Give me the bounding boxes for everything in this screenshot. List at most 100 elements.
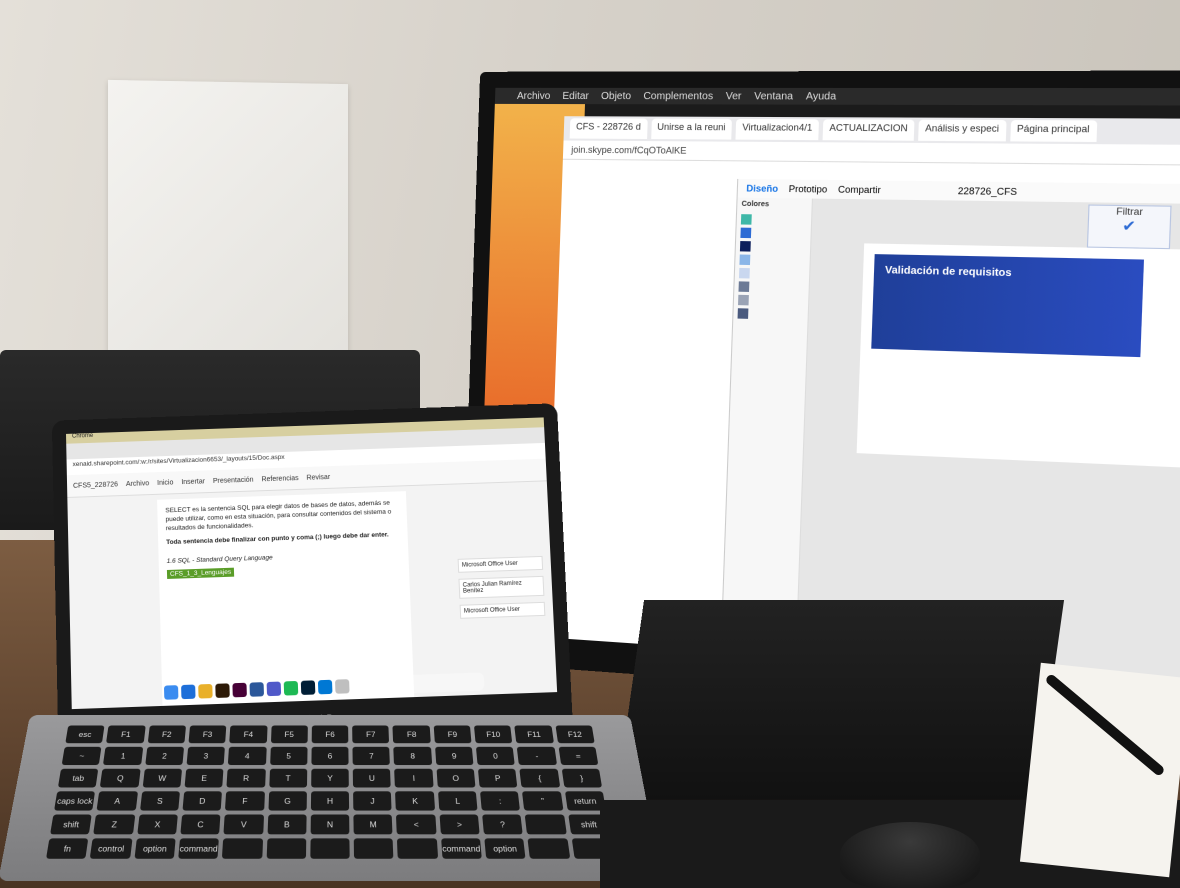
keyboard-key[interactable]: E xyxy=(184,768,224,788)
keyboard-key[interactable]: fn xyxy=(46,838,89,859)
keyboard-key[interactable]: F7 xyxy=(352,725,390,744)
keyboard-key[interactable]: F1 xyxy=(106,725,146,744)
safari-icon[interactable] xyxy=(181,684,196,700)
keyboard-key[interactable]: esc xyxy=(65,725,105,744)
keyboard-key[interactable] xyxy=(310,838,350,859)
keyboard-key[interactable]: < xyxy=(396,814,437,835)
keyboard-key[interactable]: L xyxy=(437,791,478,811)
keyboard-key[interactable]: F4 xyxy=(229,725,268,744)
keyboard-key[interactable] xyxy=(222,838,263,859)
keyboard-key[interactable]: " xyxy=(522,791,564,811)
comment-card[interactable]: Microsoft Office User xyxy=(459,601,546,619)
illustrator-icon[interactable] xyxy=(215,683,230,698)
tab-prototype[interactable]: Prototipo xyxy=(789,184,828,195)
keyboard-key[interactable]: 6 xyxy=(311,746,349,766)
keyboard-key[interactable]: W xyxy=(142,768,182,788)
menu-item[interactable]: Ventana xyxy=(754,91,793,102)
keyboard-key[interactable]: M xyxy=(353,814,393,835)
comment-card[interactable]: Microsoft Office User xyxy=(457,555,544,573)
menu-item[interactable]: Editar xyxy=(562,90,589,101)
browser-tab[interactable]: Análisis y especi xyxy=(918,119,1007,142)
keyboard-key[interactable]: S xyxy=(139,791,180,811)
spotify-icon[interactable] xyxy=(283,680,299,696)
photoshop-icon[interactable] xyxy=(300,680,316,695)
color-swatch[interactable] xyxy=(738,267,805,280)
keyboard-key[interactable]: O xyxy=(436,768,476,788)
keyboard-key[interactable] xyxy=(353,838,394,859)
ribbon-tab[interactable]: Inicio xyxy=(157,479,173,486)
keyboard-key[interactable]: T xyxy=(268,768,308,788)
keyboard-key[interactable]: : xyxy=(480,791,521,811)
ribbon-tab[interactable]: Referencias xyxy=(261,475,298,483)
keyboard-key[interactable]: X xyxy=(136,814,178,835)
keyboard-key[interactable]: B xyxy=(267,814,307,835)
keyboard-key[interactable]: G xyxy=(267,791,307,811)
keyboard-key[interactable]: > xyxy=(439,814,480,835)
tab-share[interactable]: Compartir xyxy=(838,184,881,195)
menu-item[interactable]: Chrome xyxy=(72,433,93,440)
keyboard-key[interactable]: V xyxy=(223,814,264,835)
keyboard-key[interactable]: F6 xyxy=(311,725,349,744)
ribbon-tab[interactable]: Insertar xyxy=(181,478,205,486)
trash-icon[interactable] xyxy=(334,679,350,694)
ribbon-tab[interactable]: Revisar xyxy=(306,474,330,482)
color-swatch[interactable] xyxy=(738,294,804,307)
finder-icon[interactable] xyxy=(163,685,179,700)
keyboard-key[interactable]: K xyxy=(395,791,435,811)
filter-component[interactable]: Filtrar ✔ xyxy=(1086,204,1172,250)
artboard[interactable]: Validación de requisitos xyxy=(856,243,1180,469)
keyboard-key[interactable] xyxy=(525,814,567,835)
browser-tab[interactable]: Virtualizacion4/1 xyxy=(735,118,819,141)
keyboard-key[interactable]: R xyxy=(226,768,266,788)
keyboard-key[interactable]: 1 xyxy=(103,746,143,766)
keyboard-key[interactable]: F8 xyxy=(392,725,431,744)
browser-tab[interactable]: CFS - 228726 d xyxy=(569,118,648,140)
keyboard-key[interactable]: } xyxy=(561,768,603,788)
keyboard-key[interactable]: 8 xyxy=(393,746,432,766)
color-swatch[interactable] xyxy=(737,308,804,320)
color-swatch[interactable] xyxy=(740,214,807,225)
color-swatch[interactable] xyxy=(738,281,804,293)
keyboard-key[interactable]: 4 xyxy=(228,746,267,766)
keyboard-key[interactable]: tab xyxy=(57,768,99,788)
keyboard-key[interactable]: command xyxy=(178,838,220,859)
keyboard-key[interactable]: U xyxy=(352,768,392,788)
keyboard-key[interactable]: 9 xyxy=(434,746,474,766)
keyboard-key[interactable]: caps lock xyxy=(54,791,96,811)
keyboard-key[interactable]: option xyxy=(134,838,176,859)
keyboard-key[interactable]: ? xyxy=(482,814,524,835)
comment-card[interactable]: Carlos Julian Ramírez Benítez xyxy=(458,575,545,599)
keyboard-key[interactable]: option xyxy=(484,838,526,859)
chrome-icon[interactable] xyxy=(198,683,213,699)
keyboard-key[interactable]: F10 xyxy=(474,725,513,744)
teams-icon[interactable] xyxy=(266,681,282,697)
outlook-icon[interactable] xyxy=(317,679,333,695)
keyboard-key[interactable]: command xyxy=(440,838,482,859)
keyboard-key[interactable]: Q xyxy=(100,768,141,788)
keyboard-key[interactable]: 0 xyxy=(475,746,516,766)
keyboard-key[interactable]: 3 xyxy=(186,746,226,766)
keyboard-key[interactable] xyxy=(397,838,438,859)
keyboard-key[interactable]: = xyxy=(558,746,599,766)
keyboard-key[interactable]: F3 xyxy=(188,725,227,744)
menu-item[interactable]: Ver xyxy=(725,90,741,101)
keyboard-key[interactable]: 2 xyxy=(144,746,185,766)
xd-icon[interactable] xyxy=(232,682,247,698)
address-bar[interactable]: join.skype.com/fCqOToAlKE xyxy=(562,140,1180,167)
keyboard-key[interactable]: A xyxy=(96,791,138,811)
keyboard-key[interactable]: ~ xyxy=(61,746,102,766)
ribbon-tab[interactable]: Presentación xyxy=(213,476,254,484)
keyboard-key[interactable] xyxy=(266,838,307,859)
keyboard-key[interactable]: H xyxy=(310,791,350,811)
keyboard-key[interactable]: F2 xyxy=(147,725,186,744)
keyboard-key[interactable]: I xyxy=(394,768,434,788)
menu-item[interactable]: Objeto xyxy=(601,90,631,101)
browser-tab[interactable]: Unirse a la reuni xyxy=(650,118,733,140)
word-icon[interactable] xyxy=(249,682,265,697)
keyboard-key[interactable] xyxy=(527,838,570,859)
keyboard-key[interactable]: Y xyxy=(310,768,349,788)
keyboard-key[interactable]: 5 xyxy=(269,746,308,766)
keyboard-key[interactable]: F12 xyxy=(555,725,595,744)
keyboard-key[interactable]: Z xyxy=(93,814,135,835)
keyboard-key[interactable]: F5 xyxy=(270,725,308,744)
